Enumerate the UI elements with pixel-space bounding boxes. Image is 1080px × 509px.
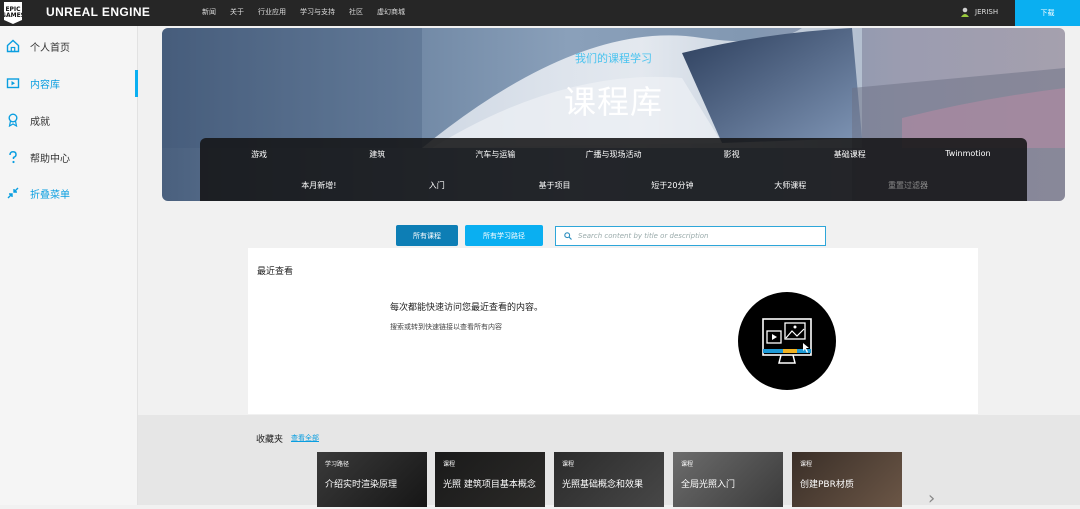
favorite-card[interactable]: 课程 全局光照入门	[673, 452, 783, 507]
chevron-right-icon[interactable]: ›	[928, 488, 935, 509]
help-icon	[9, 151, 17, 164]
card-title: 介绍实时渲染原理	[325, 480, 398, 490]
sidebar-active-indicator	[135, 70, 138, 97]
sidebar-item-label: 帮助中心	[30, 153, 70, 165]
recently-viewed-panel: 最近查看 每次都能快速访问您最近查看的内容。 搜索或转到快速链接以查看所有内容	[248, 248, 978, 414]
filter-architecture[interactable]: 建筑	[318, 149, 436, 160]
user-icon	[961, 7, 969, 17]
epic-games-logo[interactable]: EPIC GAMES	[4, 2, 22, 24]
home-icon	[6, 39, 20, 53]
sidebar-collapse-button[interactable]: 折叠菜单	[0, 182, 138, 204]
nav-community[interactable]: 社区	[349, 7, 363, 17]
card-title: 光照基础概念和效果	[562, 480, 644, 490]
filter-row-types: 本月新增! 入门 基于项目 短于20分钟 大师课程 重置过滤器	[200, 180, 1027, 191]
filter-automotive[interactable]: 汽车与运输	[436, 149, 554, 160]
top-bar: EPIC GAMES UNREAL ENGINE 新闻 关于 行业应用 学习与支…	[0, 0, 1080, 26]
award-icon	[8, 113, 18, 127]
card-title: 创建PBR材质	[800, 480, 854, 490]
favorite-card[interactable]: 学习路径 介绍实时渲染原理	[317, 452, 427, 507]
search-icon	[564, 232, 572, 240]
card-type: 学习路径	[325, 461, 350, 468]
sidebar-item-achievements[interactable]: 成就	[0, 109, 138, 131]
sidebar: 个人首页 内容库 成就 帮助中心 折叠菜单	[0, 26, 138, 505]
filter-intro[interactable]: 入门	[378, 180, 496, 191]
sidebar-item-label: 成就	[30, 116, 50, 128]
filter-broadcast[interactable]: 广播与现场活动	[554, 149, 672, 160]
user-menu[interactable]: JERISH	[960, 7, 998, 17]
card-type: 课程	[681, 461, 694, 468]
view-all-link[interactable]: 查看全部	[291, 433, 319, 443]
sidebar-item-label: 内容库	[30, 79, 60, 91]
collapse-icon	[7, 187, 19, 199]
filter-panel: 游戏 建筑 汽车与运输 广播与现场活动 影视 基础课程 Twinmotion 本…	[200, 138, 1027, 201]
filter-project-based[interactable]: 基于项目	[496, 180, 614, 191]
recent-hint: 搜索或转到快速链接以查看所有内容	[390, 323, 502, 331]
filter-film[interactable]: 影视	[673, 149, 791, 160]
filter-masterclass[interactable]: 大师课程	[731, 180, 849, 191]
nav-industries[interactable]: 行业应用	[258, 7, 286, 17]
search-placeholder: Search content by title or description	[578, 232, 709, 240]
card-type: 课程	[443, 461, 456, 468]
top-nav: 新闻 关于 行业应用 学习与支持 社区 虚幻商城	[202, 7, 405, 17]
download-button[interactable]: 下载	[1015, 0, 1080, 26]
filter-short[interactable]: 短于20分钟	[613, 180, 731, 191]
nav-learning[interactable]: 学习与支持	[300, 7, 335, 17]
favorite-card[interactable]: 课程 创建PBR材质	[792, 452, 902, 507]
filter-new[interactable]: 本月新增!	[260, 180, 378, 191]
hero-subtitle: 我们的课程学习	[575, 52, 652, 65]
filter-basics[interactable]: 基础课程	[791, 149, 909, 160]
card-type: 课程	[562, 461, 575, 468]
search-input[interactable]: Search content by title or description	[555, 226, 826, 246]
nav-marketplace[interactable]: 虚幻商城	[377, 7, 405, 17]
favorite-card[interactable]: 课程 光照 建筑项目基本概念	[435, 452, 545, 507]
user-name: JERISH	[975, 8, 999, 16]
sidebar-item-label: 个人首页	[30, 42, 70, 54]
card-type: 课程	[800, 461, 813, 468]
sidebar-item-library[interactable]: 内容库	[0, 72, 138, 94]
hero-banner: 我们的课程学习 课程库 游戏 建筑 汽车与运输 广播与现场活动 影视 基础课程 …	[162, 28, 1065, 201]
nav-about[interactable]: 关于	[230, 7, 244, 17]
nav-news[interactable]: 新闻	[202, 7, 216, 17]
favorites-section: 收藏夹 查看全部 学习路径 介绍实时渲染原理 课程 光照 建筑项目基本概念 课程…	[138, 415, 1080, 509]
monitor-illustration-icon	[738, 292, 836, 390]
card-title: 全局光照入门	[681, 480, 736, 490]
filter-row-categories: 游戏 建筑 汽车与运输 广播与现场活动 影视 基础课程 Twinmotion	[200, 149, 1027, 160]
tab-all-paths[interactable]: 所有学习路径	[465, 225, 543, 246]
brand-title[interactable]: UNREAL ENGINE	[46, 5, 150, 19]
sidebar-item-help[interactable]: 帮助中心	[0, 146, 138, 168]
favorite-card[interactable]: 课程 光照基础概念和效果	[554, 452, 664, 507]
filter-games[interactable]: 游戏	[200, 149, 318, 160]
tab-all-courses[interactable]: 所有课程	[396, 225, 458, 246]
filter-twinmotion[interactable]: Twinmotion	[909, 149, 1027, 160]
sidebar-item-home[interactable]: 个人首页	[0, 35, 138, 57]
recent-heading: 最近查看	[257, 267, 294, 277]
reset-filters-button[interactable]: 重置过滤器	[849, 180, 967, 191]
favorites-heading: 收藏夹	[256, 435, 284, 445]
collapse-label: 折叠菜单	[30, 189, 70, 201]
recent-message: 每次都能快速访问您最近查看的内容。	[390, 303, 544, 313]
hero-title: 课程库	[563, 83, 663, 121]
library-icon	[6, 78, 20, 89]
card-title: 光照 建筑项目基本概念	[443, 480, 536, 490]
